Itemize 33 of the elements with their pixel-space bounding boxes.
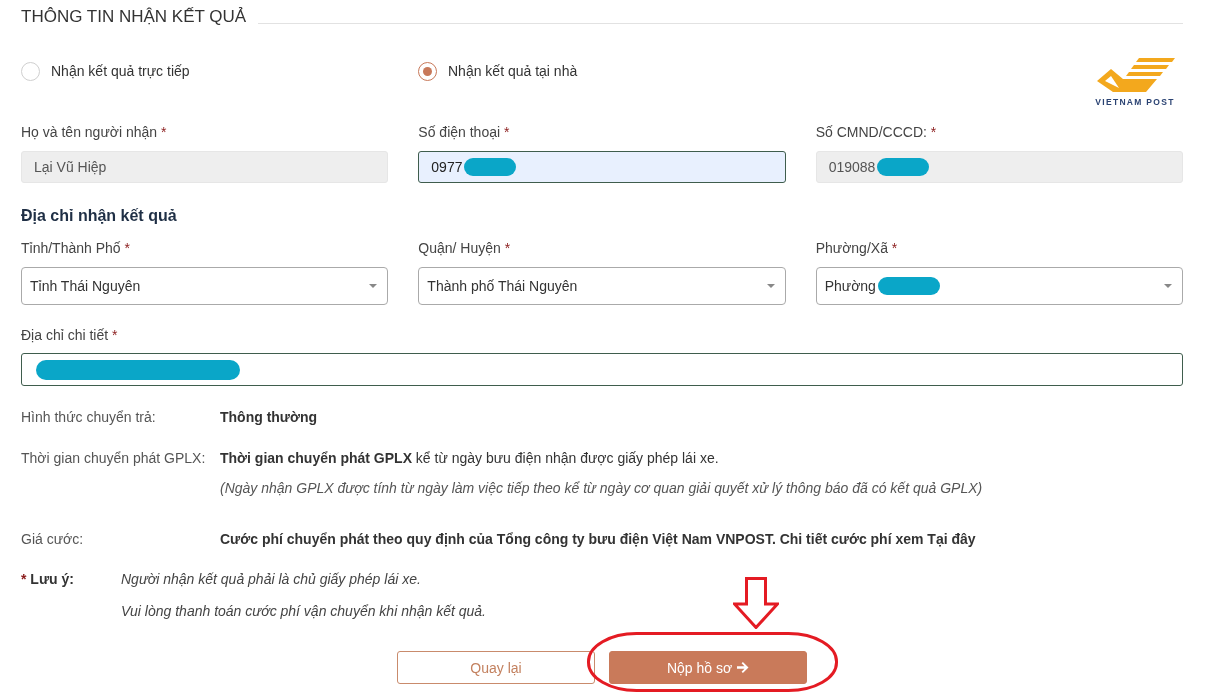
note-text: Vui lòng thanh toán cước phí vận chuyển khi nhận kết quả. — [121, 602, 487, 621]
dropdown-field[interactable]: Tỉnh Thái Nguyên — [21, 267, 389, 305]
info-label: Thời gian chuyển phát GPLX: — [21, 449, 207, 468]
radio-icon[interactable] — [418, 61, 437, 81]
info-value: Thông thường — [220, 408, 319, 427]
logo-text: VIETNAM POST — [1095, 97, 1175, 107]
note-label: * Lưu ý: — [21, 570, 75, 589]
info-label: Hình thức chuyển trả: — [21, 408, 157, 427]
field-label: Họ và tên người nhận * — [21, 123, 168, 142]
field-label: Quận/ Huyện * — [418, 239, 512, 258]
info-value: Thời gian chuyển phát GPLX kể từ ngày bưu điện nhận được giấy phép lái xe. — [220, 449, 720, 468]
info-note: (Ngày nhận GPLX được tính từ ngày làm việc tiếp theo kể từ ngày cơ quan giải quyết xử lý thông báo đã có kết quả GPLX) — [220, 479, 984, 498]
section-heading: Địa chỉ nhận kết quả — [21, 206, 178, 226]
radio-icon[interactable] — [21, 61, 40, 81]
field-label: Địa chỉ chi tiết * — [21, 326, 119, 345]
field-label: Phường/Xã * — [815, 239, 899, 258]
input-field[interactable] — [21, 353, 1183, 386]
input-field[interactable]: 0977 — [418, 151, 786, 183]
caret-down-icon — [1164, 284, 1172, 288]
info-label: Giá cước: — [21, 530, 85, 549]
dropdown-field[interactable]: Thành phố Thái Nguyên — [418, 267, 786, 305]
envelope-stripes-logo-icon — [1095, 58, 1175, 92]
field-label: Số CMND/CCCD: * — [815, 123, 938, 142]
info-value: Cước phí chuyển phát theo quy định của Tổng công ty bưu điện Việt Nam VNPOST. Chi tiết cước phí xem Tại đây — [220, 530, 977, 549]
caret-down-icon — [766, 284, 775, 288]
note-text: Người nhận kết quả phải là chủ giấy phép lái xe. — [121, 570, 422, 589]
section-title: THÔNG TIN NHẬN KẾT QUẢ — [21, 7, 247, 27]
radio-option[interactable]: Nhận kết quả trực tiếp — [21, 61, 418, 81]
caret-down-icon — [369, 284, 378, 288]
radio-option[interactable]: Nhận kết quả tại nhà — [418, 61, 578, 81]
field-label: Số điện thoại * — [418, 123, 511, 142]
field-label: Tỉnh/Thành Phố * — [21, 239, 131, 258]
dropdown-field[interactable]: Phường — [815, 267, 1183, 305]
